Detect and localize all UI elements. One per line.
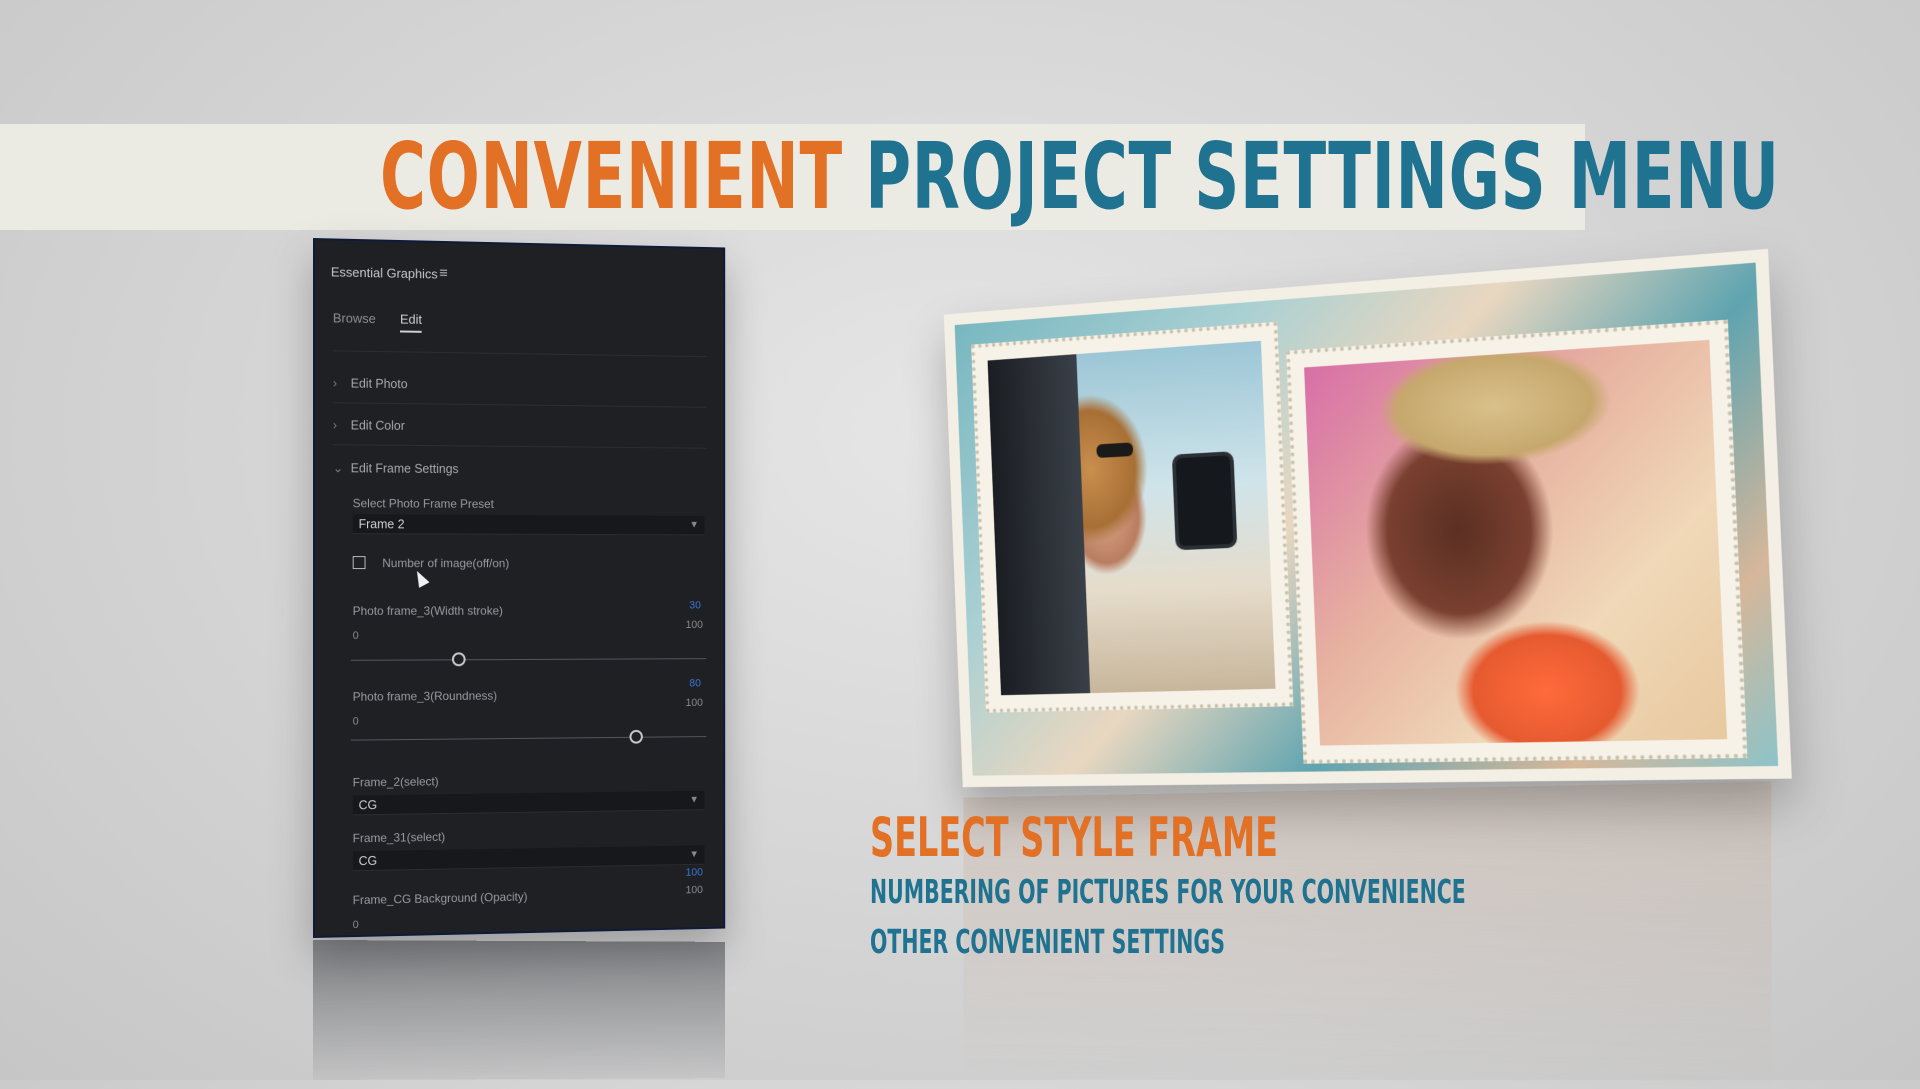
section-label: Edit Color (351, 418, 405, 433)
slider-min: 0 (353, 630, 359, 642)
feature-line-1: NUMBERING OF PICTURES FOR YOUR CONVENIEN… (870, 872, 1466, 911)
slider-roundness-track[interactable] (351, 736, 707, 741)
divider (333, 350, 706, 357)
slider-max: 100 (686, 697, 703, 709)
photo-mosaic-background (955, 263, 1779, 776)
panel-header: Essential Graphics (331, 264, 438, 281)
postcard-frame (944, 249, 1792, 787)
tab-edit[interactable]: Edit (400, 312, 422, 333)
sunglasses (1096, 442, 1133, 458)
car-door (988, 354, 1091, 695)
opacity-max: 100 (686, 884, 703, 896)
divider (333, 402, 706, 408)
essential-graphics-panel: Essential Graphics ≡ Browse Edit › Edit P… (313, 238, 725, 938)
frame2-select-value: CG (359, 798, 378, 812)
preset-select[interactable]: Frame 2 ▼ (353, 514, 705, 535)
mouse-cursor-icon (412, 568, 430, 588)
slider-min: 0 (353, 716, 359, 728)
opacity-label: Frame_CG Background (Opacity) (353, 890, 528, 907)
opacity-value[interactable]: 100 (686, 867, 703, 879)
section-edit-photo[interactable]: › Edit Photo (333, 376, 408, 391)
divider (333, 444, 706, 449)
number-of-image-checkbox[interactable] (353, 556, 366, 569)
chevron-right-icon: › (333, 376, 351, 390)
photo-postcard (944, 249, 1792, 787)
feature-line-2: OTHER CONVENIENT SETTINGS (870, 922, 1225, 961)
checkbox-label: Number of image(off/on) (382, 556, 509, 570)
panel-menu-icon[interactable]: ≡ (439, 265, 448, 282)
car-mirror (1172, 451, 1238, 550)
slider-roundness-label: Photo frame_3(Roundness) (353, 689, 497, 704)
preset-label: Select Photo Frame Preset (353, 496, 494, 511)
frame31-select-value: CG (359, 854, 378, 868)
photo-smiling-woman (1304, 340, 1727, 746)
slider-roundness-handle[interactable] (630, 730, 643, 744)
preset-select-value: Frame 2 (359, 517, 405, 531)
panel-reflection (313, 940, 725, 1080)
chevron-down-icon: ▼ (689, 791, 698, 811)
opacity-min: 0 (353, 919, 359, 931)
slider-roundness-value[interactable]: 80 (689, 678, 701, 690)
slider-width-stroke-handle[interactable] (452, 652, 466, 666)
title-part-1: CONVENIENT (380, 123, 843, 230)
section-edit-color[interactable]: › Edit Color (333, 418, 405, 433)
frame2-select-label: Frame_2(select) (353, 774, 439, 789)
slider-width-stroke-track[interactable] (351, 658, 707, 661)
frame2-select[interactable]: CG ▼ (353, 791, 705, 816)
photo-woman-in-car (988, 341, 1276, 695)
page-title: CONVENIENT PROJECT SETTINGS MENU (380, 124, 1196, 230)
frame31-select[interactable]: CG ▼ (353, 845, 705, 871)
slider-width-stroke-value[interactable]: 30 (689, 600, 701, 612)
tab-browse[interactable]: Browse (333, 310, 376, 326)
feature-heading: SELECT STYLE FRAME (870, 806, 1278, 869)
chevron-down-icon: ▼ (689, 845, 698, 865)
title-part-2: PROJECT SETTINGS MENU (865, 123, 1779, 230)
slider-max: 100 (686, 619, 703, 631)
slider-width-stroke-label: Photo frame_3(Width stroke) (353, 604, 503, 618)
section-edit-frame-settings[interactable]: ⌄ Edit Frame Settings (333, 460, 459, 476)
frame31-select-label: Frame_31(select) (353, 830, 445, 845)
chevron-right-icon: › (333, 418, 351, 432)
chevron-down-icon: ⌄ (333, 460, 351, 475)
section-label: Edit Frame Settings (351, 461, 459, 476)
chevron-down-icon: ▼ (689, 516, 698, 536)
section-label: Edit Photo (351, 377, 408, 392)
essential-graphics-panel-wrap: Essential Graphics ≡ Browse Edit › Edit P… (313, 238, 725, 938)
